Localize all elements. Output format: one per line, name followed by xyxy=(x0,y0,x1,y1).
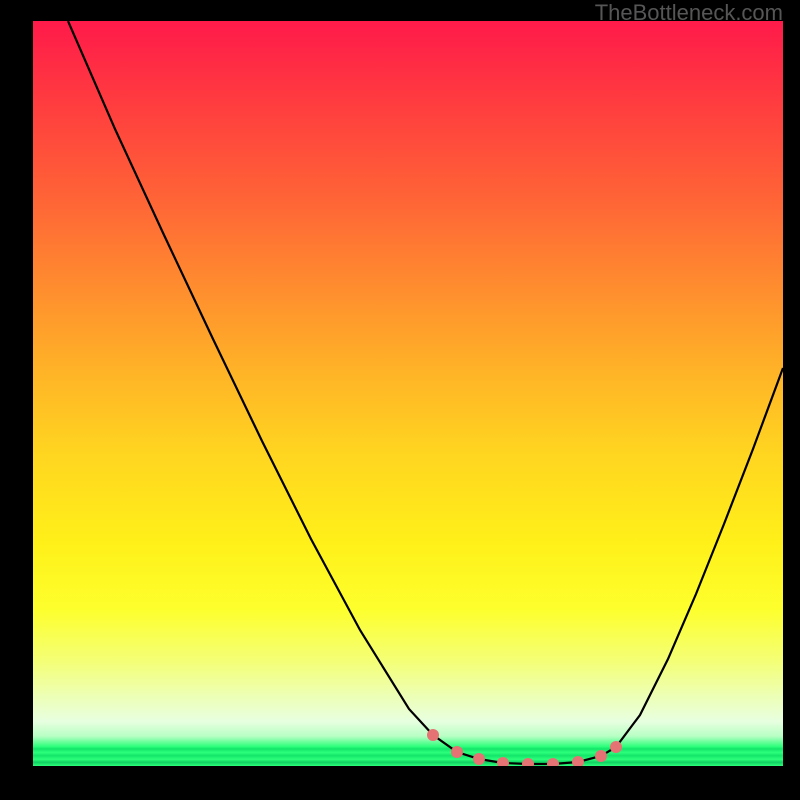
bottleneck-curve-svg xyxy=(33,21,783,766)
highlight-dots xyxy=(427,729,622,766)
plot-area xyxy=(33,21,783,766)
highlight-dot xyxy=(595,750,607,762)
highlight-dot xyxy=(497,757,509,766)
highlight-dot xyxy=(522,758,534,766)
highlight-dot xyxy=(610,741,622,753)
highlight-dot xyxy=(473,753,485,765)
highlight-dot xyxy=(427,729,439,741)
highlight-dot xyxy=(451,746,463,758)
highlight-dot xyxy=(547,758,559,766)
chart-frame xyxy=(0,21,800,800)
bottleneck-curve xyxy=(68,21,783,764)
highlight-dot xyxy=(572,756,584,766)
